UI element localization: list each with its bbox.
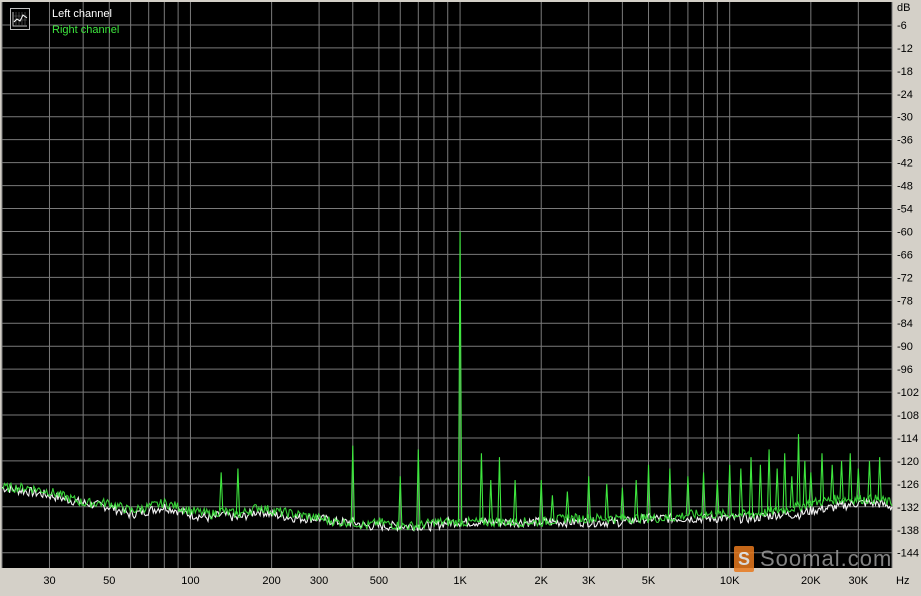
x-tick-label: 1K bbox=[453, 575, 467, 587]
y-unit-label: dB bbox=[897, 2, 910, 14]
y-tick-label: -30 bbox=[897, 112, 913, 124]
legend-right-channel: Right channel bbox=[52, 24, 120, 36]
spectrum-chart: -6 -12 -18 -24 -30 -36 -42 -48 -54 -60 -66 -72 -78 -8… bbox=[0, 0, 921, 591]
y-tick-label: -132 bbox=[897, 502, 919, 514]
y-tick-label: -12 bbox=[897, 43, 913, 55]
y-tick-label: -6 bbox=[897, 20, 907, 32]
y-tick-label: -96 bbox=[897, 364, 913, 376]
x-tick-label: 2K bbox=[534, 575, 548, 587]
x-tick-label: 100 bbox=[181, 575, 199, 587]
x-tick-label: 50 bbox=[103, 575, 115, 587]
y-tick-label: -48 bbox=[897, 181, 913, 193]
x-tick-label: 3K bbox=[582, 575, 596, 587]
x-tick-label: 200 bbox=[262, 575, 280, 587]
y-tick-label: -66 bbox=[897, 249, 913, 261]
y-tick-label: -108 bbox=[897, 410, 919, 422]
chart-svg: -6 -12 -18 -24 -30 -36 -42 -48 -54 -60 -66 -72 -78 -8… bbox=[0, 0, 921, 591]
y-tick-label: -36 bbox=[897, 135, 913, 147]
y-tick-label: -54 bbox=[897, 204, 913, 216]
x-tick-label: 5K bbox=[642, 575, 656, 587]
x-unit-label: Hz bbox=[896, 575, 909, 587]
x-tick-label: 300 bbox=[310, 575, 328, 587]
y-tick-label: -90 bbox=[897, 341, 913, 353]
y-tick-label: -126 bbox=[897, 479, 919, 491]
plot-area bbox=[2, 2, 892, 568]
x-tick-label: 10K bbox=[720, 575, 740, 587]
y-tick-label: -102 bbox=[897, 387, 919, 399]
y-tick-label: -72 bbox=[897, 272, 913, 284]
y-tick-label: -24 bbox=[897, 89, 913, 101]
y-tick-label: -42 bbox=[897, 158, 913, 170]
watermark-text: Soomal.com bbox=[760, 546, 893, 571]
y-tick-label: -84 bbox=[897, 318, 913, 330]
y-tick-label: -138 bbox=[897, 525, 919, 537]
y-tick-label: -18 bbox=[897, 66, 913, 78]
y-tick-label: -144 bbox=[897, 548, 919, 560]
watermark: S Soomal.com bbox=[734, 545, 892, 573]
x-tick-label: 30 bbox=[43, 575, 55, 587]
y-tick-label: -60 bbox=[897, 226, 913, 238]
y-tick-label: -114 bbox=[897, 433, 918, 445]
watermark-logo: S bbox=[734, 546, 754, 572]
x-tick-label: 30K bbox=[849, 575, 869, 587]
y-tick-label: -120 bbox=[897, 456, 919, 468]
y-tick-label: -78 bbox=[897, 295, 913, 307]
x-tick-label: 20K bbox=[801, 575, 821, 587]
legend-left-channel: Left channel bbox=[52, 8, 112, 20]
chart-icon bbox=[10, 8, 30, 30]
x-tick-label: 500 bbox=[370, 575, 388, 587]
